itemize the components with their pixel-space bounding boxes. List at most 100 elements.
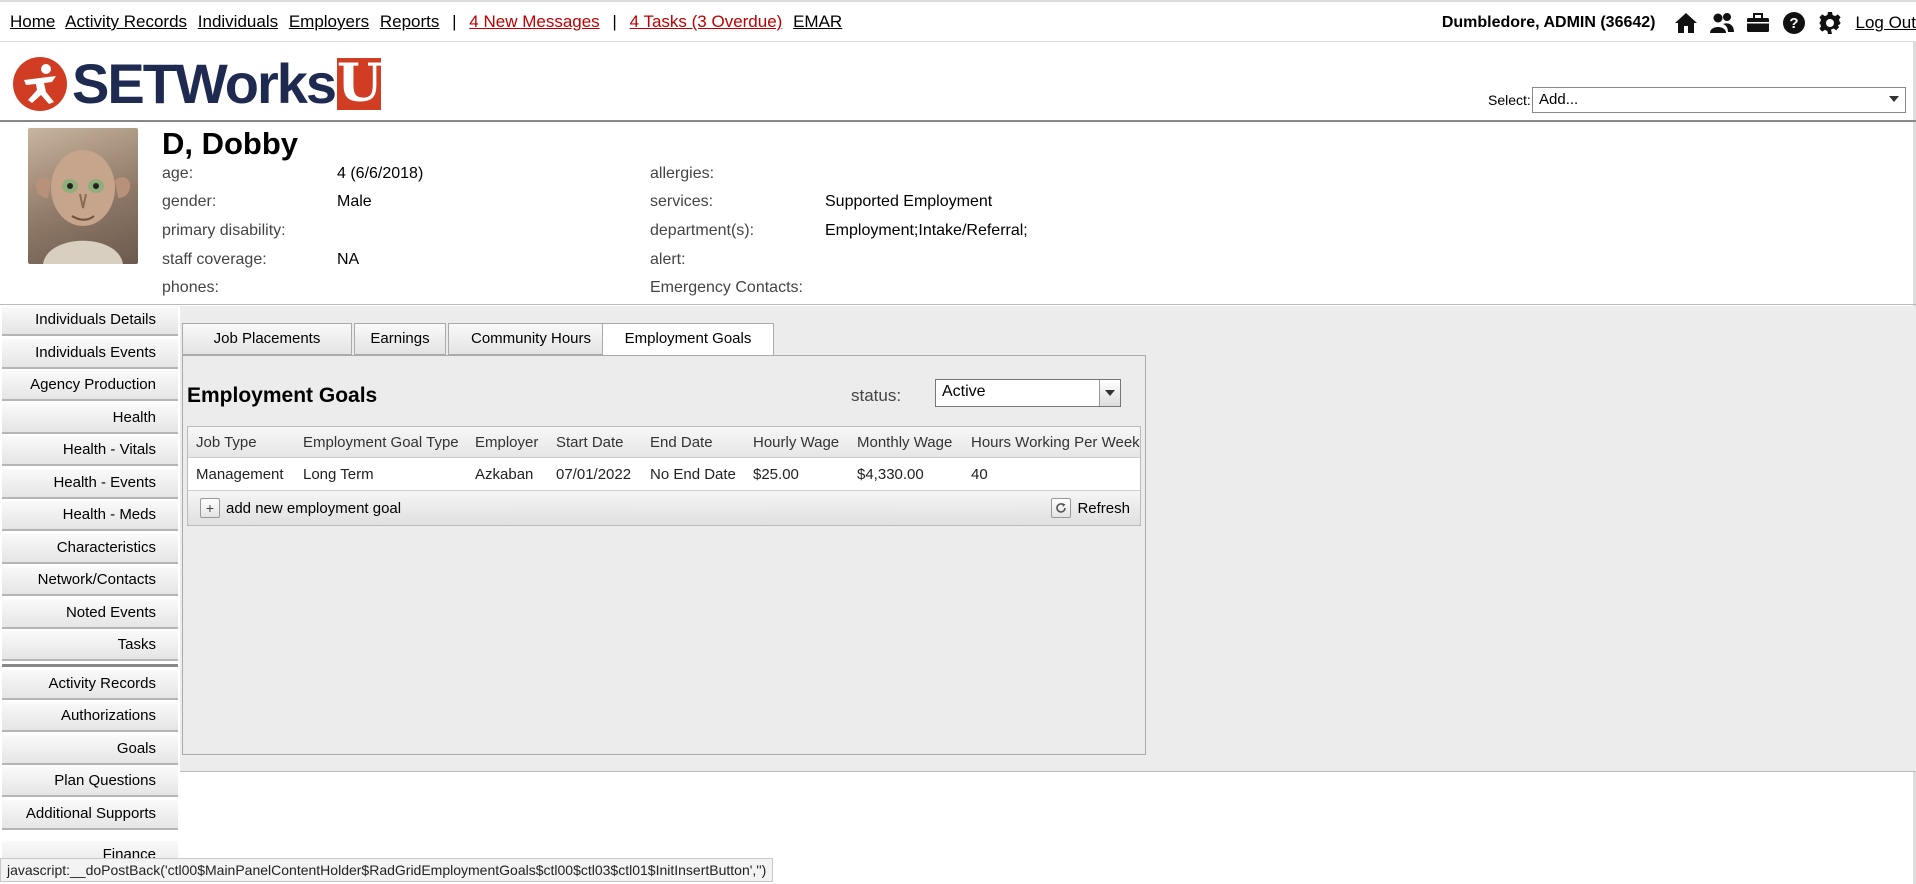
sidebar-item-goals[interactable]: Goals <box>2 734 178 765</box>
services-value: Supported Employment <box>825 193 993 210</box>
column-header-job-type[interactable]: Job Type <box>196 434 257 451</box>
sidebar-item-activity-records[interactable]: Activity Records <box>2 669 178 700</box>
nav-tasks-link[interactable]: 4 Tasks (3 Overdue) <box>630 12 783 31</box>
home-icon[interactable] <box>1672 11 1700 35</box>
add-select-value: Add... <box>1539 91 1579 108</box>
status-select[interactable]: Active <box>935 379 1121 407</box>
tab-job-placements[interactable]: Job Placements <box>182 323 352 355</box>
nav-separator: | <box>612 12 617 31</box>
nav-separator: | <box>452 12 457 31</box>
employment-goals-grid: Job Type Employment Goal Type Employer S… <box>187 426 1141 526</box>
logout-link[interactable]: Log Out <box>1856 13 1916 33</box>
briefcase-icon[interactable] <box>1744 11 1772 35</box>
sidebar-item-individuals-events[interactable]: Individuals Events <box>2 338 178 369</box>
sidebar-item-characteristics[interactable]: Characteristics <box>2 533 178 564</box>
tab-employment-goals[interactable]: Employment Goals <box>602 323 774 356</box>
logo-text: SETWorks <box>72 52 337 115</box>
chevron-down-icon[interactable] <box>1099 380 1120 406</box>
app-header: SETWorks U Select: Add... <box>0 42 1916 122</box>
status-select-value: Active <box>942 383 986 400</box>
nav-activity-records-link[interactable]: Activity Records <box>65 12 187 31</box>
individual-photo <box>28 128 138 264</box>
main-content: Job Placements Earnings Community Hours … <box>180 306 1916 772</box>
nav-reports-link[interactable]: Reports <box>380 12 440 31</box>
grid-command-bar: + add new employment goal Refresh <box>188 490 1140 525</box>
gender-label: gender: <box>162 193 217 210</box>
cell-employment-goal-type: Long Term <box>303 466 374 483</box>
sidebar-item-agency-production[interactable]: Agency Production <box>2 371 178 401</box>
browser-status-bar: javascript:__doPostBack('ctl00$MainPanel… <box>0 858 774 882</box>
chevron-down-icon <box>1889 96 1899 102</box>
top-nav-bar: Home Activity Records Individuals Employ… <box>0 0 1916 42</box>
sidebar-item-authorizations[interactable]: Authorizations <box>2 702 178 732</box>
age-label: age: <box>162 165 194 182</box>
gear-icon[interactable] <box>1816 11 1844 35</box>
sidebar-divider <box>2 832 178 838</box>
gender-value: Male <box>337 193 372 210</box>
grid-header-row: Job Type Employment Goal Type Employer S… <box>188 427 1140 458</box>
svg-text:?: ? <box>1789 15 1798 32</box>
column-header-employer[interactable]: Employer <box>475 434 538 451</box>
primary-disability-label: primary disability: <box>162 222 286 239</box>
sidebar-item-health[interactable]: Health <box>2 403 178 434</box>
tab-community-hours[interactable]: Community Hours <box>448 323 614 355</box>
column-header-end-date[interactable]: End Date <box>650 434 713 451</box>
sidebar-item-network-contacts[interactable]: Network/Contacts <box>2 566 178 596</box>
table-row[interactable]: Management Long Term Azkaban 07/01/2022 … <box>188 458 1140 490</box>
column-header-employment-goal-type[interactable]: Employment Goal Type <box>303 434 459 451</box>
nav-individuals-link[interactable]: Individuals <box>198 12 278 31</box>
cell-employer: Azkaban <box>475 466 534 483</box>
add-select[interactable]: Add... <box>1532 87 1906 113</box>
phones-label: phones: <box>162 279 219 296</box>
nav-messages-link[interactable]: 4 New Messages <box>469 12 599 31</box>
cell-end-date: No End Date <box>650 466 736 483</box>
cell-start-date: 07/01/2022 <box>556 466 632 483</box>
cell-job-type: Management <box>196 466 284 483</box>
allergies-label: allergies: <box>650 165 715 182</box>
cell-hourly-wage: $25.00 <box>753 466 799 483</box>
refresh-label: Refresh <box>1077 499 1130 517</box>
nav-home-link[interactable]: Home <box>10 12 55 31</box>
setworks-logo[interactable]: SETWorks U <box>12 52 383 115</box>
sidebar-divider <box>2 663 178 667</box>
nav-emar-link[interactable]: EMAR <box>793 12 842 31</box>
tab-earnings[interactable]: Earnings <box>354 323 446 355</box>
select-label: Select: <box>1488 92 1531 108</box>
add-employment-goal-button[interactable]: + add new employment goal <box>200 498 401 518</box>
logo-u-mark: U <box>337 53 383 114</box>
sidebar-item-health-events[interactable]: Health - Events <box>2 468 178 499</box>
sidebar-item-additional-supports[interactable]: Additional Supports <box>2 799 178 830</box>
user-area: Dumbledore, ADMIN (36642) ? Log Out <box>1442 11 1916 35</box>
status-label: status: <box>851 386 902 405</box>
individual-profile: D, Dobby age: 4 (6/6/2018) gender: Male … <box>0 122 1916 305</box>
staff-coverage-value: NA <box>337 251 360 268</box>
user-name: Dumbledore, ADMIN (36642) <box>1441 14 1656 31</box>
alert-label: alert: <box>650 251 686 268</box>
column-header-hourly-wage[interactable]: Hourly Wage <box>753 434 839 451</box>
cell-hours-per-week: 40 <box>971 466 988 483</box>
add-employment-goal-label: add new employment goal <box>226 499 402 517</box>
plus-icon: + <box>200 498 220 518</box>
column-header-monthly-wage[interactable]: Monthly Wage <box>857 434 952 451</box>
refresh-icon <box>1051 498 1072 518</box>
column-header-hours-per-week[interactable]: Hours Working Per Week <box>971 434 1140 451</box>
column-header-start-date[interactable]: Start Date <box>556 434 624 451</box>
sidebar-item-health-meds[interactable]: Health - Meds <box>2 501 178 531</box>
departments-label: department(s): <box>650 222 755 239</box>
sidebar-item-health-vitals[interactable]: Health - Vitals <box>2 436 178 466</box>
people-icon[interactable] <box>1708 11 1736 35</box>
staff-coverage-label: staff coverage: <box>162 251 267 268</box>
sidebar-item-individuals-details[interactable]: Individuals Details <box>2 306 178 336</box>
sidebar-item-plan-questions[interactable]: Plan Questions <box>2 767 178 797</box>
nav-employers-link[interactable]: Employers <box>289 12 369 31</box>
sidebar-item-tasks[interactable]: Tasks <box>2 631 178 661</box>
age-value: 4 (6/6/2018) <box>337 165 424 182</box>
top-nav-links: Home Activity Records Individuals Employ… <box>10 12 848 32</box>
help-icon[interactable]: ? <box>1780 11 1808 35</box>
refresh-button[interactable]: Refresh <box>1051 498 1130 518</box>
individual-name: D, Dobby <box>162 126 299 161</box>
logo-figure-icon <box>13 57 67 111</box>
departments-value: Employment;Intake/Referral; <box>825 222 1028 239</box>
employment-goals-panel: Employment Goals status: Active Job Type… <box>182 355 1146 755</box>
sidebar-item-noted-events[interactable]: Noted Events <box>2 598 178 629</box>
